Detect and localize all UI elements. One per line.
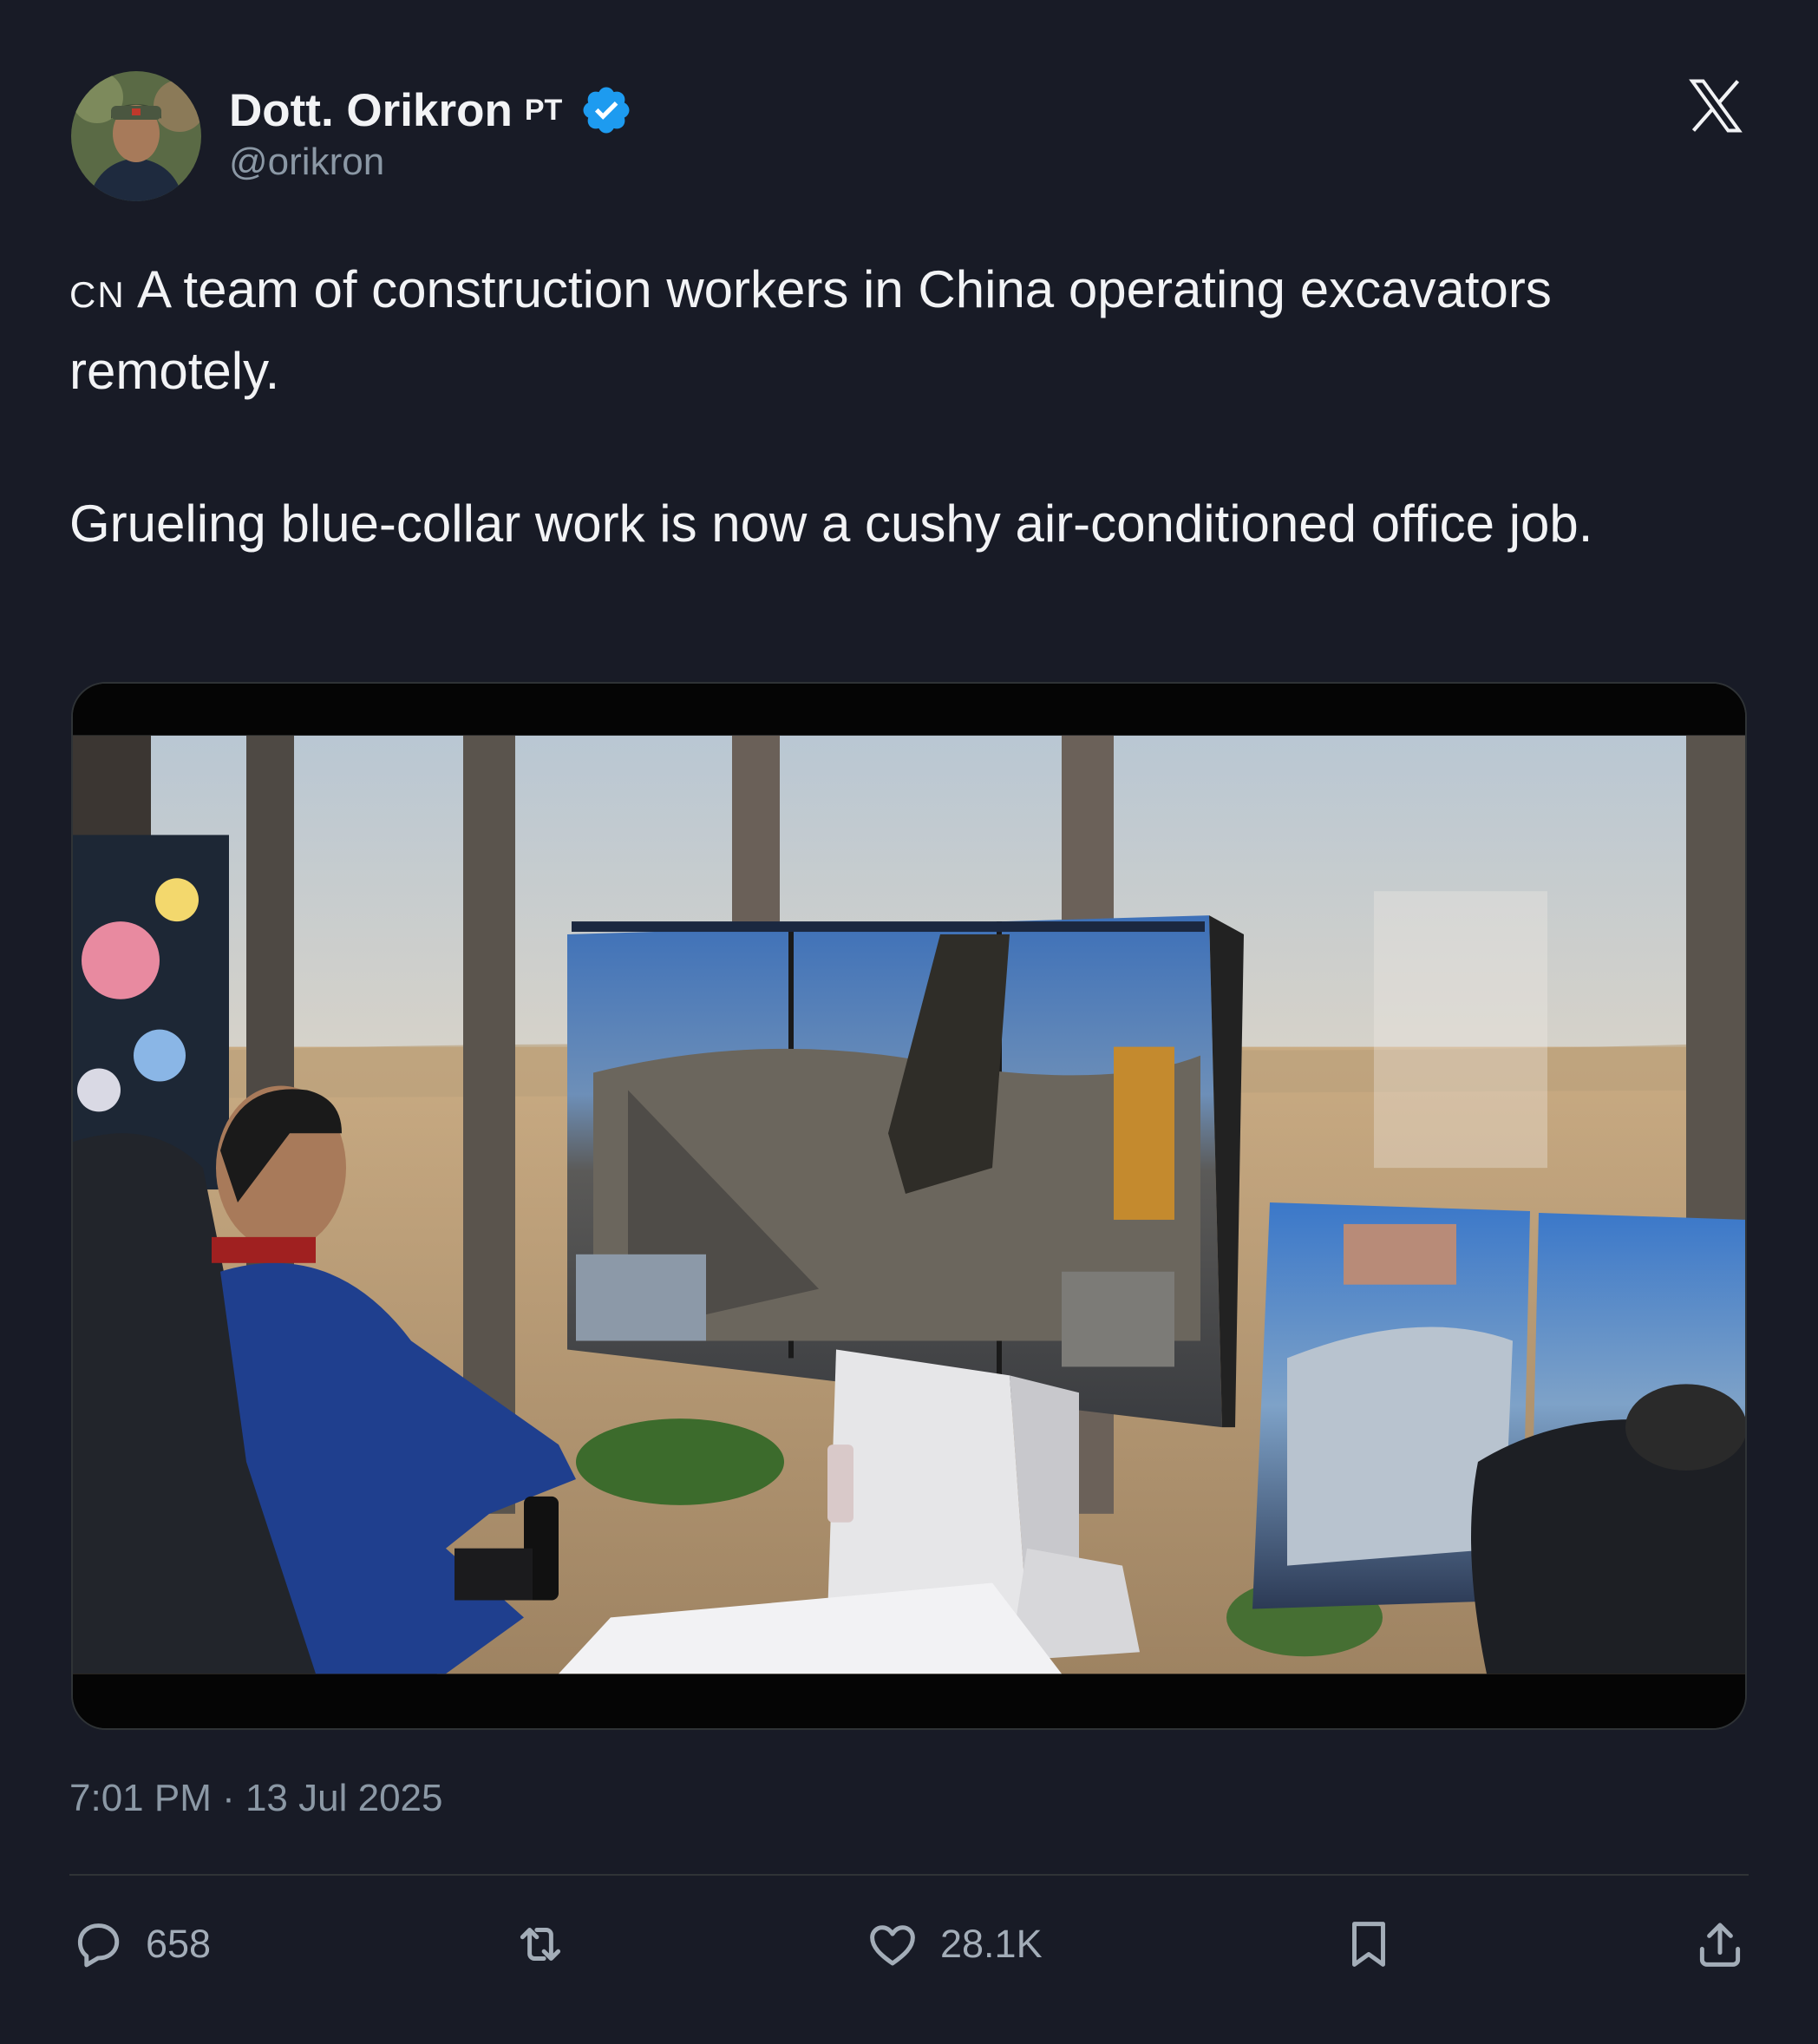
divider [69, 1874, 1749, 1876]
like-count: 28.1K [940, 1922, 1043, 1966]
reply-button[interactable]: 658 [69, 1916, 211, 1973]
author-display-name[interactable]: Dott. Orikron [229, 84, 513, 137]
x-logo-icon[interactable] [1684, 75, 1747, 137]
tweet-timestamp[interactable]: 7:01 PM · 13 Jul 2025 [69, 1777, 442, 1820]
author-display-name-row[interactable]: Dott. Orikron PT [229, 83, 633, 137]
share-icon [1699, 1923, 1741, 1967]
verified-badge-icon [583, 87, 630, 134]
avatar[interactable] [71, 71, 201, 201]
tweet-media-video[interactable] [71, 682, 1747, 1730]
like-button[interactable]: 28.1K [864, 1916, 1043, 1973]
author-flag: PT [524, 93, 563, 127]
tweet-line-2: Grueling blue-collar work is now a cushy… [69, 495, 1593, 553]
tweet-line-1: A team of construction workers in China … [69, 260, 1552, 400]
tweet-flag: CN [69, 274, 126, 315]
video-frame-illustration [73, 684, 1745, 1728]
like-icon [870, 1925, 915, 1966]
author-handle[interactable]: @orikron [229, 141, 384, 184]
retweet-icon [520, 1928, 561, 1961]
bookmark-icon [1352, 1922, 1385, 1967]
bookmark-button[interactable] [1340, 1916, 1397, 1973]
tweet-text: CN A team of construction workers in Chi… [69, 252, 1752, 639]
retweet-button[interactable] [512, 1916, 569, 1973]
share-button[interactable] [1691, 1916, 1749, 1973]
reply-count: 658 [146, 1922, 212, 1966]
reply-icon [77, 1923, 120, 1968]
